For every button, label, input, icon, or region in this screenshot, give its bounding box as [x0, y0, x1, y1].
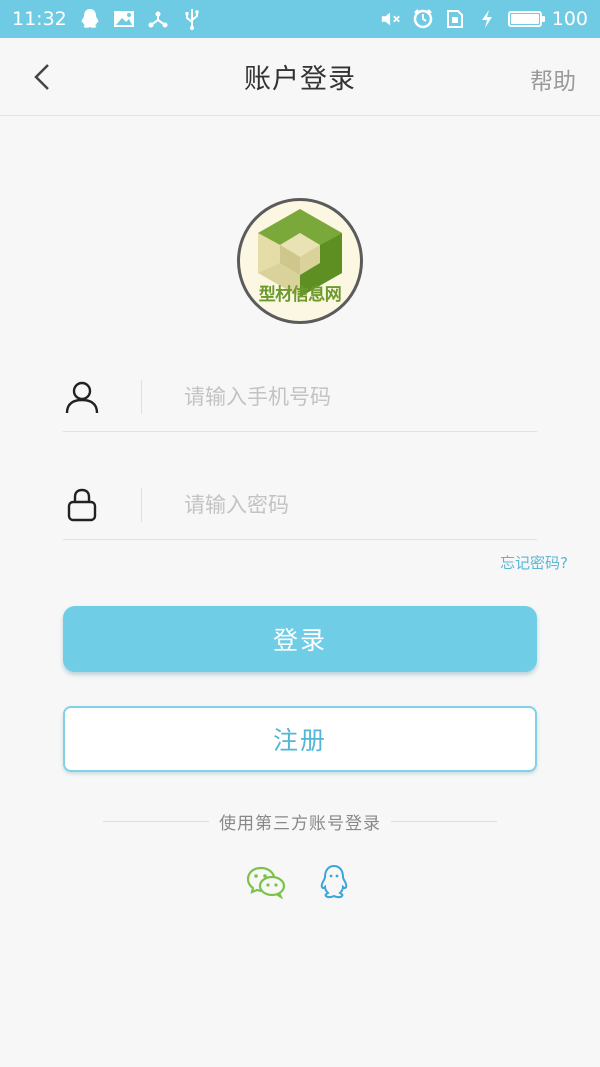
battery-level: 100: [551, 8, 588, 30]
sim-icon: [444, 8, 466, 30]
user-icon: [63, 378, 101, 416]
mute-icon: [380, 8, 402, 30]
login-button[interactable]: 登录: [63, 606, 537, 672]
image-notification-icon: [113, 8, 135, 30]
phone-field: [63, 362, 537, 432]
alarm-icon: [412, 8, 434, 30]
nav-bar: 账户登录 帮助: [0, 38, 600, 116]
chevron-left-icon: [34, 64, 49, 90]
password-field: [63, 470, 537, 540]
phone-input[interactable]: [184, 384, 504, 409]
charging-icon: [476, 8, 498, 30]
app-logo: 型材信息网: [237, 198, 363, 324]
wechat-login-button[interactable]: [246, 862, 286, 902]
battery-icon: [507, 11, 545, 27]
divider-line: [103, 820, 209, 822]
field-divider: [141, 379, 142, 414]
status-bar: 11:32 100: [0, 0, 600, 38]
forgot-password-link[interactable]: 忘记密码?: [500, 552, 568, 573]
status-time: 11:32: [12, 8, 67, 30]
third-party-label: 使用第三方账号登录: [219, 813, 381, 834]
password-input[interactable]: [184, 492, 504, 517]
qq-login-button[interactable]: [314, 862, 354, 902]
back-button[interactable]: [26, 60, 58, 94]
qq-icon: [79, 8, 101, 30]
share-icon: [147, 8, 169, 30]
logo-text: 型材信息网: [258, 285, 342, 305]
divider-line: [391, 820, 497, 822]
field-divider: [141, 487, 142, 522]
qq-icon: [320, 864, 348, 899]
lock-icon: [63, 486, 101, 524]
page-title: 账户登录: [244, 64, 356, 95]
usb-icon: [181, 8, 203, 30]
third-party-divider: 使用第三方账号登录: [103, 808, 497, 834]
register-button[interactable]: 注册: [63, 706, 537, 772]
help-button[interactable]: 帮助: [530, 62, 576, 96]
wechat-icon: [246, 866, 286, 899]
